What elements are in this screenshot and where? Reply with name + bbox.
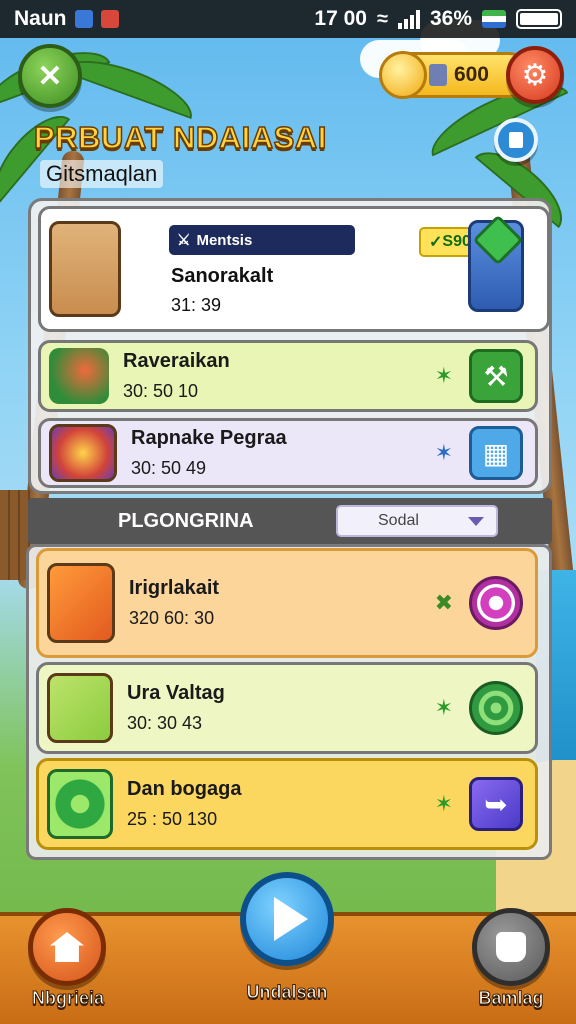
star-icon: ✶	[434, 791, 453, 816]
item-name: Ura Valtag	[127, 682, 225, 704]
check-icon: ✓	[429, 234, 443, 251]
sword-icon: ⚔	[177, 232, 191, 249]
item-name: Irigrlakait	[129, 577, 220, 599]
item-stats: 25 : 50 130	[127, 809, 218, 829]
item-stats: 30: 30 43	[127, 713, 203, 733]
star-icon: ✶	[434, 695, 453, 720]
grid-icon[interactable]: ▦	[469, 426, 523, 480]
chevron-down-icon	[468, 516, 484, 526]
settings-button[interactable]: ⚙	[506, 46, 564, 104]
home-icon	[50, 932, 84, 962]
rocket-icon	[49, 348, 109, 404]
app-notification-icon	[74, 10, 93, 28]
bow-icon[interactable]: ➥	[469, 777, 523, 831]
tools-button[interactable]: ✕	[18, 44, 82, 108]
play-label: Undalsan	[246, 982, 328, 1003]
home-label: Nbgrieia	[31, 988, 105, 1009]
item-stats: 320 60: 30	[129, 608, 215, 628]
play-button[interactable]	[240, 872, 334, 966]
coin-icon	[379, 51, 427, 99]
compass-icon	[47, 769, 113, 839]
spiral-icon[interactable]	[469, 681, 523, 735]
carrier-label: Naun	[14, 7, 67, 30]
item-stats: 30: 50 49	[131, 458, 207, 478]
hero-portrait	[49, 221, 121, 317]
monster-icon	[49, 424, 117, 482]
page-subtitle: Gitsmaqlan	[40, 160, 164, 188]
section-header: PLGONGRINA Sodal	[28, 498, 552, 544]
list-item[interactable]: Ura Valtag 30: 30 43 ✶	[36, 662, 538, 754]
coin-amount: 600	[453, 63, 489, 86]
list-item[interactable]: Dan bogaga 25 : 50 130 ✶ ➥	[36, 758, 538, 850]
tools-icon: ✕	[37, 59, 63, 93]
wifi-icon: ≈	[376, 7, 388, 30]
battery-percent: 36%	[429, 7, 472, 30]
list-item[interactable]: Rapnake Pegraa 30: 50 49 ✶ ▦	[38, 418, 538, 488]
list-item[interactable]: Irigrlakait 320 60: 30 ✖	[36, 548, 538, 658]
featured-stats: 31: 39	[171, 295, 222, 315]
play-icon	[274, 897, 308, 941]
bag-label: Bamlag	[478, 988, 544, 1009]
home-button[interactable]	[28, 908, 106, 986]
section-title: PLGONGRINA	[118, 509, 254, 532]
flag-icon	[482, 10, 506, 28]
list-item[interactable]: Raveraikan 30: 50 10 ✶ ⚒	[38, 340, 538, 412]
target-icon[interactable]	[469, 576, 523, 630]
item-name: Raveraikan	[123, 350, 230, 372]
item-name: Rapnake Pegraa	[131, 427, 287, 449]
message-notification-icon	[100, 10, 119, 28]
status-bar: Naun 17 00 ≈ 36%	[0, 0, 576, 38]
lock-icon	[429, 64, 447, 86]
sort-value: Sodal	[378, 512, 419, 529]
star-icon: ✶	[434, 440, 453, 465]
featured-band-label: Mentsis	[196, 231, 253, 249]
sort-select[interactable]: Sodal	[336, 505, 498, 537]
signal-icon	[397, 9, 420, 29]
star-icon: ✖	[434, 590, 453, 615]
battery-icon	[516, 9, 562, 29]
featured-name: Sanorakalt	[171, 265, 274, 287]
star-icon: ✶	[434, 363, 453, 388]
gear-icon: ⚙	[521, 58, 549, 92]
bag-icon	[496, 932, 526, 962]
wolf-icon	[47, 563, 115, 643]
bag-button[interactable]	[472, 908, 550, 986]
item-stats: 30: 50 10	[123, 381, 199, 401]
item-name: Dan bogaga	[127, 778, 242, 800]
torch-icon	[47, 673, 113, 743]
info-icon	[509, 132, 523, 148]
featured-band: ⚔ Mentsis	[169, 225, 355, 255]
info-button[interactable]	[494, 118, 538, 162]
page-title: PRBUAT NDAIASAI	[33, 119, 327, 156]
hammer-icon[interactable]: ⚒	[469, 349, 523, 403]
clock: 17 00	[314, 7, 367, 30]
